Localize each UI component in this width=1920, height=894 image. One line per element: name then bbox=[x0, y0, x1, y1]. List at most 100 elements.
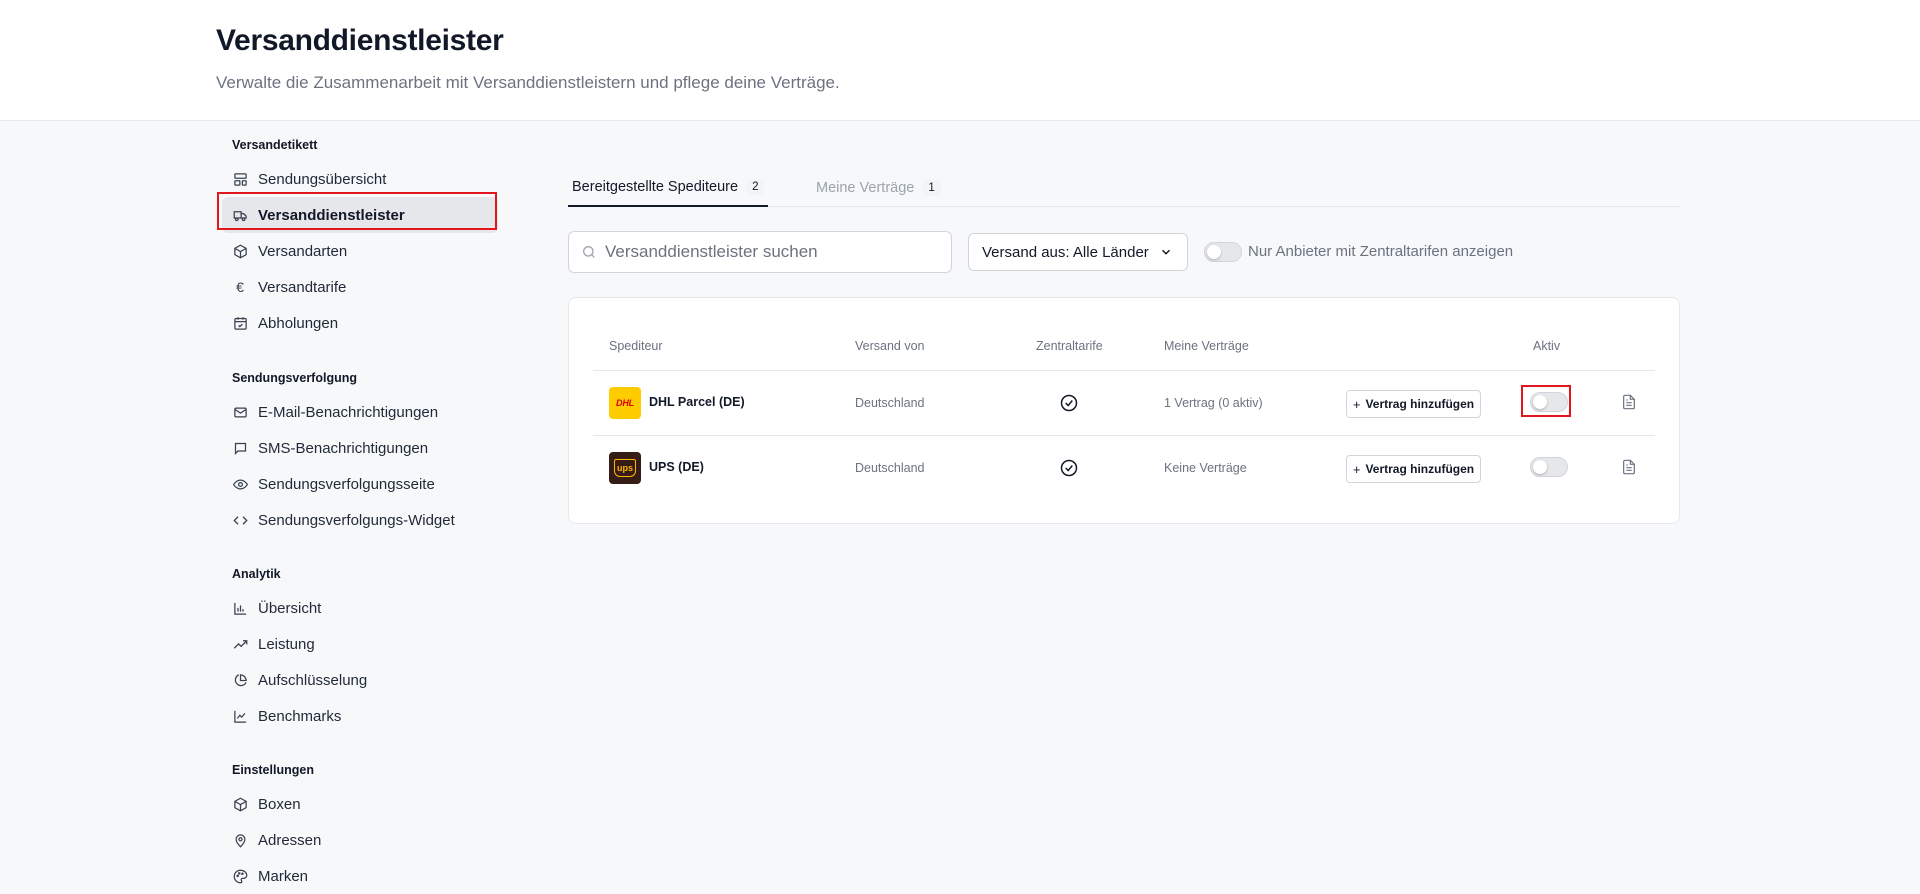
sidebar-section-title-einstellungen: Einstellungen bbox=[232, 763, 314, 777]
bar-chart-icon bbox=[232, 600, 248, 616]
layout-icon bbox=[232, 171, 248, 187]
tab-bar: Bereitgestellte Spediteure 2 Meine Vertr… bbox=[568, 168, 1680, 207]
page-title: Versanddienstleister bbox=[216, 24, 504, 57]
sidebar-section-title-analytik: Analytik bbox=[232, 567, 281, 581]
add-contract-label: Vertrag hinzufügen bbox=[1365, 462, 1475, 476]
sidebar-item-email-benachrichtigungen[interactable]: E-Mail-Benachrichtigungen bbox=[222, 394, 498, 430]
toggle-knob bbox=[1533, 460, 1547, 474]
tab-label: Bereitgestellte Spediteure bbox=[572, 178, 739, 195]
sidebar-item-abholungen[interactable]: Abholungen bbox=[222, 305, 498, 341]
check-circle-icon bbox=[1059, 458, 1079, 478]
add-contract-button[interactable]: + Vertrag hinzufügen bbox=[1346, 390, 1481, 418]
mail-icon bbox=[232, 404, 248, 420]
sidebar-item-label: Sendungsverfolgungsseite bbox=[258, 475, 435, 493]
sidebar-item-uebersicht[interactable]: Übersicht bbox=[222, 590, 498, 626]
sidebar-item-label: Leistung bbox=[258, 635, 315, 653]
search-field[interactable] bbox=[568, 231, 952, 273]
dhl-logo: DHL bbox=[609, 387, 641, 419]
sidebar-item-label: E-Mail-Benachrichtigungen bbox=[258, 403, 439, 421]
tab-count-badge: 2 bbox=[746, 178, 765, 195]
add-contract-button[interactable]: + Vertrag hinzufügen bbox=[1346, 455, 1481, 483]
sidebar-item-label: Übersicht bbox=[258, 599, 322, 617]
sidebar-item-versanddienstleister[interactable]: Versanddienstleister bbox=[222, 197, 498, 233]
row-divider bbox=[593, 435, 1655, 436]
tab-label: Meine Verträge bbox=[816, 179, 915, 196]
ups-logo: ups bbox=[609, 452, 641, 484]
row-divider bbox=[593, 370, 1655, 371]
ups-logo-text: ups bbox=[613, 459, 636, 477]
column-header-carrier: Spediteur bbox=[609, 339, 663, 353]
carrier-name: DHL Parcel (DE) bbox=[649, 395, 745, 409]
plus-icon: + bbox=[1352, 461, 1361, 477]
code-icon bbox=[232, 512, 248, 528]
sidebar-item-aufschluesselung[interactable]: Aufschlüsselung bbox=[222, 662, 498, 698]
sidebar-item-marken[interactable]: Marken bbox=[222, 858, 498, 894]
sidebar-item-label: Adressen bbox=[258, 831, 322, 849]
sidebar-item-leistung[interactable]: Leistung bbox=[222, 626, 498, 662]
country-select-label: Versand aus: Alle Länder bbox=[982, 243, 1149, 261]
sidebar-item-label: Abholungen bbox=[258, 314, 339, 332]
sidebar-item-sms-benachrichtigungen[interactable]: SMS-Benachrichtigungen bbox=[222, 430, 498, 466]
chevron-down-icon bbox=[1159, 245, 1173, 259]
map-pin-icon bbox=[232, 832, 248, 848]
sidebar-section-title-sendungsverfolgung: Sendungsverfolgung bbox=[232, 371, 357, 385]
sidebar-item-label: SMS-Benachrichtigungen bbox=[258, 439, 429, 457]
column-header-central-rates: Zentraltarife bbox=[1036, 339, 1103, 353]
carrier-name: UPS (DE) bbox=[649, 460, 704, 474]
sidebar-item-label: Benchmarks bbox=[258, 707, 342, 725]
sidebar-item-sendungsverfolgungs-widget[interactable]: Sendungsverfolgungs-Widget bbox=[222, 502, 498, 538]
column-header-active: Aktiv bbox=[1533, 339, 1561, 353]
sidebar-item-label: Aufschlüsselung bbox=[258, 671, 368, 689]
active-toggle[interactable] bbox=[1530, 457, 1568, 477]
toggle-knob bbox=[1207, 245, 1221, 259]
sidebar-item-label: Versandtarife bbox=[258, 278, 347, 296]
calendar-icon bbox=[232, 315, 248, 331]
sidebar-item-label: Sendungsverfolgungs-Widget bbox=[258, 511, 455, 529]
plus-icon: + bbox=[1352, 396, 1361, 412]
tab-bereitgestellte-spediteure[interactable]: Bereitgestellte Spediteure 2 bbox=[568, 168, 769, 207]
sidebar-item-label: Sendungsübersicht bbox=[258, 170, 387, 188]
sidebar-item-label: Versandarten bbox=[258, 242, 348, 260]
trending-up-icon bbox=[232, 636, 248, 652]
tab-meine-vertraege[interactable]: Meine Verträge 1 bbox=[816, 168, 941, 207]
sidebar-item-versandarten[interactable]: Versandarten bbox=[222, 233, 498, 269]
active-toggle[interactable] bbox=[1530, 392, 1568, 412]
sidebar-item-label: Boxen bbox=[258, 795, 301, 813]
sidebar-item-versandtarife[interactable]: € Versandtarife bbox=[222, 269, 498, 305]
toggle-knob bbox=[1533, 395, 1547, 409]
pie-chart-icon bbox=[232, 672, 248, 688]
sidebar-item-label: Versanddienstleister bbox=[258, 206, 405, 224]
carriers-table: Spediteur Versand von Zentraltarife Mein… bbox=[568, 297, 1680, 524]
sidebar-item-adressen[interactable]: Adressen bbox=[222, 822, 498, 858]
central-rates-toggle-label: Nur Anbieter mit Zentraltarifen anzeigen bbox=[1248, 243, 1514, 260]
sidebar-item-benchmarks[interactable]: Benchmarks bbox=[222, 698, 498, 734]
contracts-status: Keine Verträge bbox=[1164, 461, 1247, 475]
euro-icon: € bbox=[236, 279, 244, 295]
tab-count-badge: 1 bbox=[922, 179, 941, 196]
central-rates-toggle[interactable] bbox=[1204, 242, 1242, 262]
sidebar-section-title-versandetikett: Versandetikett bbox=[232, 138, 318, 152]
country-select[interactable]: Versand aus: Alle Länder bbox=[968, 233, 1188, 271]
check-circle-icon bbox=[1059, 393, 1079, 413]
contracts-status: 1 Vertrag (0 aktiv) bbox=[1164, 396, 1263, 410]
ship-from: Deutschland bbox=[855, 396, 925, 410]
document-icon[interactable] bbox=[1621, 459, 1637, 475]
search-input[interactable] bbox=[605, 242, 935, 262]
message-icon bbox=[232, 440, 248, 456]
eye-icon bbox=[232, 476, 248, 492]
page-header: Versanddienstleister Verwalte die Zusamm… bbox=[0, 0, 1920, 121]
search-icon bbox=[581, 244, 597, 260]
truck-icon bbox=[232, 207, 248, 223]
sidebar-item-sendungsuebersicht[interactable]: Sendungsübersicht bbox=[222, 161, 498, 197]
ship-from: Deutschland bbox=[855, 461, 925, 475]
sidebar-item-sendungsverfolgungsseite[interactable]: Sendungsverfolgungsseite bbox=[222, 466, 498, 502]
line-chart-icon bbox=[232, 708, 248, 724]
add-contract-label: Vertrag hinzufügen bbox=[1365, 397, 1475, 411]
document-icon[interactable] bbox=[1621, 394, 1637, 410]
column-header-contracts: Meine Verträge bbox=[1164, 339, 1249, 353]
column-header-ship-from: Versand von bbox=[855, 339, 925, 353]
box-icon bbox=[232, 796, 248, 812]
sidebar-item-boxen[interactable]: Boxen bbox=[222, 786, 498, 822]
page-subtitle: Verwalte die Zusammenarbeit mit Versandd… bbox=[216, 73, 840, 92]
package-icon bbox=[232, 243, 248, 259]
